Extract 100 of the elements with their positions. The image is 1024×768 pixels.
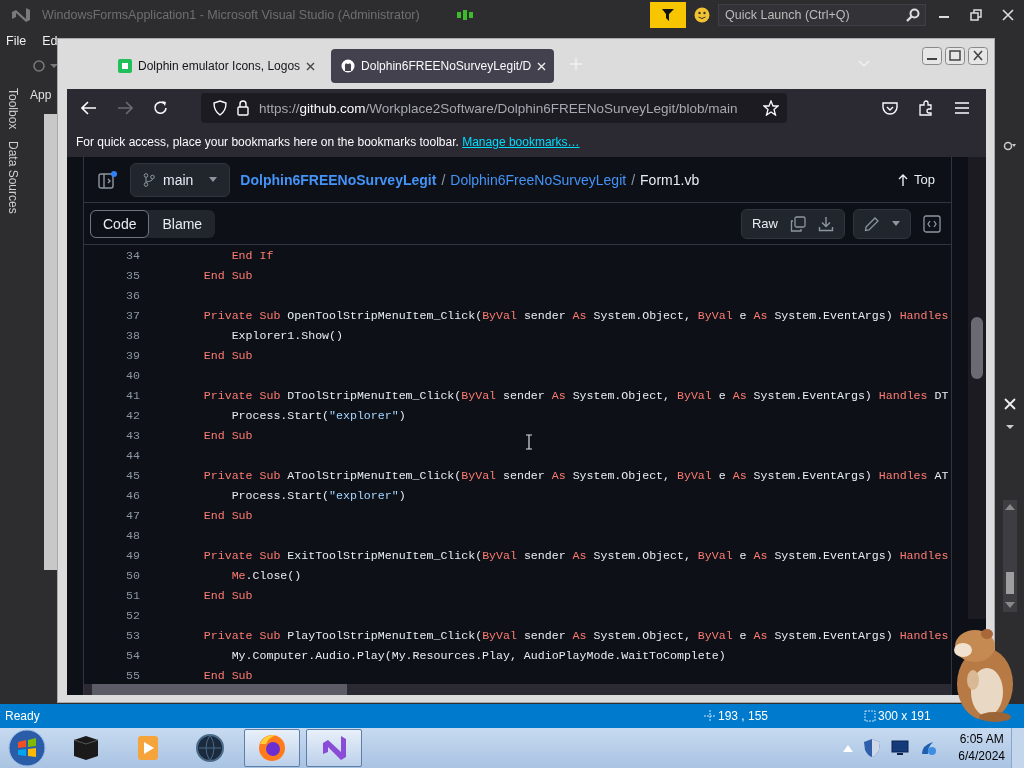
- line-number: 49: [125, 548, 140, 562]
- line-number: 52: [125, 608, 140, 622]
- code-line: Private Sub PlayToolStripMenuItem_Click(ByVal sender As System.Object, ByVal e As System.EventArgs) Handles: [202, 628, 949, 642]
- position-icon: [704, 710, 716, 722]
- browser-tab[interactable]: Dolphin6FREENoSurveyLegit/D: [331, 49, 555, 83]
- line-number: 50: [125, 568, 140, 582]
- line-number: 53: [125, 628, 140, 642]
- text-cursor-icon: [525, 434, 533, 450]
- shield-icon[interactable]: [863, 738, 882, 758]
- horizontal-scrollbar[interactable]: [84, 684, 951, 695]
- line-number: 46: [125, 488, 140, 502]
- smiley-icon[interactable]: [694, 7, 710, 23]
- code-line: Process.Start("explorer"): [230, 408, 406, 422]
- clock-time[interactable]: 6:05 AM: [959, 731, 1004, 748]
- scrollbar-thumb[interactable]: [971, 317, 983, 379]
- window-title: WindowsFormsApplication1 - Microsoft Visual Studio (Administrator): [42, 8, 420, 22]
- line-number: 38: [125, 328, 140, 342]
- up-arrow-icon[interactable]: [1004, 504, 1015, 510]
- bookmarks-message: For quick access, place your bookmarks here on the bookmarks toolbar. Manage bookmarks…: [76, 135, 580, 149]
- monitor-icon[interactable]: [891, 740, 910, 756]
- breadcrumb-link[interactable]: Dolphin6FREENoSurveyLegit: [240, 171, 437, 188]
- caret-icon[interactable]: [892, 221, 900, 226]
- code-line: End Sub: [202, 268, 253, 282]
- tab-title: Dolphin emulator Icons, Logos: [138, 59, 301, 73]
- address-bar[interactable]: https://github.com/Workplace2Software/Dolphin6FREENoSurveyLegit/blob/main: [201, 93, 787, 123]
- line-number: 34: [125, 248, 140, 262]
- line-number: 44: [125, 448, 140, 462]
- branch-button[interactable]: main: [130, 162, 231, 197]
- size-icon: [864, 710, 876, 722]
- selection-size: 300 x 191: [878, 709, 931, 723]
- code-line: End Sub: [202, 428, 253, 442]
- side-tab[interactable]: Toolbox: [6, 88, 20, 130]
- code-line: End If: [230, 248, 274, 262]
- line-number: 48: [125, 528, 140, 542]
- minimize-icon[interactable]: [922, 47, 942, 65]
- code-line: End Sub: [202, 588, 253, 602]
- down-arrow-icon[interactable]: [1004, 602, 1015, 608]
- code-line: Private Sub DToolStripMenuItem_Click(ByVal sender As System.Object, ByVal e As System.EventArgs) Handles DT: [202, 388, 949, 402]
- code-line: Private Sub AToolStripMenuItem_Click(ByVal sender As System.Object, ByVal e As System.EventArgs) Handles AT: [202, 468, 949, 482]
- branch-icon: [143, 172, 155, 187]
- browser-tab[interactable]: Dolphin emulator Icons, Logos: [108, 49, 324, 83]
- clock-date[interactable]: 6/4/2024: [958, 748, 1005, 765]
- code-line: Process.Start("explorer"): [230, 488, 406, 502]
- menu-item[interactable]: File: [6, 34, 27, 48]
- sidebar-toggle-icon[interactable]: [98, 170, 118, 189]
- code-line: Me.Close(): [230, 568, 302, 582]
- caret-icon[interactable]: [50, 63, 58, 69]
- scrollbar-thumb[interactable]: [92, 684, 347, 695]
- line-number: 43: [125, 428, 140, 442]
- url-text: https://github.com/Workplace2Software/Dolphin6FREENoSurveyLegit/blob/main: [259, 100, 739, 116]
- scrollbar[interactable]: [1002, 500, 1017, 612]
- status-icon: [456, 10, 473, 20]
- document-tab[interactable]: App: [30, 88, 52, 102]
- pocket-icon[interactable]: [882, 100, 898, 116]
- view-tab[interactable]: Blame: [149, 209, 216, 238]
- puzzle-icon[interactable]: [918, 100, 934, 116]
- status-text: Ready: [5, 709, 40, 723]
- close-icon[interactable]: [306, 61, 316, 71]
- tab-title: Dolphin6FREENoSurveyLegit/D: [361, 59, 532, 73]
- download-icon[interactable]: [818, 215, 834, 232]
- line-number: 37: [125, 308, 140, 322]
- tab-favicon-icon: [118, 59, 132, 73]
- feedback-button[interactable]: [650, 2, 686, 28]
- taskbar-button[interactable]: [244, 729, 300, 767]
- back-icon[interactable]: [81, 101, 97, 115]
- close-icon[interactable]: [968, 47, 988, 65]
- breadcrumb-link[interactable]: Dolphin6FreeNoSurveyLegit: [450, 171, 627, 188]
- menu-item[interactable]: Ed: [42, 34, 58, 48]
- line-number: 51: [125, 588, 140, 602]
- side-tab[interactable]: Data Sources: [6, 141, 20, 215]
- code-line: Private Sub OpenToolStripMenuItem_Click(ByVal sender As System.Object, ByVal e As System.EventArgs) Handles: [202, 308, 949, 322]
- line-number: 45: [125, 468, 140, 482]
- line-number: 42: [125, 408, 140, 422]
- start-orb-icon[interactable]: [8, 729, 46, 767]
- maximize-icon[interactable]: [945, 47, 965, 65]
- raw-button[interactable]: Raw: [752, 216, 778, 231]
- file-name: Form1.vb: [640, 171, 700, 188]
- caret-icon[interactable]: [1005, 424, 1014, 430]
- scrollbar[interactable]: [968, 157, 986, 619]
- copy-icon[interactable]: [790, 215, 806, 232]
- line-number: 35: [125, 268, 140, 282]
- scrollbar-thumb[interactable]: [1005, 572, 1014, 594]
- line-number: 55: [125, 668, 140, 682]
- reload-icon[interactable]: [153, 100, 169, 116]
- top-link[interactable]: Top: [898, 172, 935, 187]
- restore-icon[interactable]: [970, 9, 982, 21]
- menu-icon[interactable]: [954, 101, 970, 115]
- code-line: End Sub: [202, 348, 253, 362]
- caret-icon: [209, 177, 218, 182]
- breadcrumb-separator: /: [631, 171, 636, 188]
- manage-bookmarks-link[interactable]: Manage bookmarks…: [462, 135, 580, 149]
- line-number: 47: [125, 508, 140, 522]
- search-field[interactable]: Quick Launch (Ctrl+Q): [718, 4, 926, 26]
- line-number: 36: [125, 288, 140, 302]
- view-tab[interactable]: Code: [90, 209, 150, 238]
- symbols-panel-icon[interactable]: [923, 214, 941, 233]
- line-number: 54: [125, 648, 140, 662]
- code-line: End Sub: [202, 668, 253, 682]
- pencil-icon[interactable]: [864, 215, 880, 232]
- star-icon[interactable]: [763, 100, 779, 116]
